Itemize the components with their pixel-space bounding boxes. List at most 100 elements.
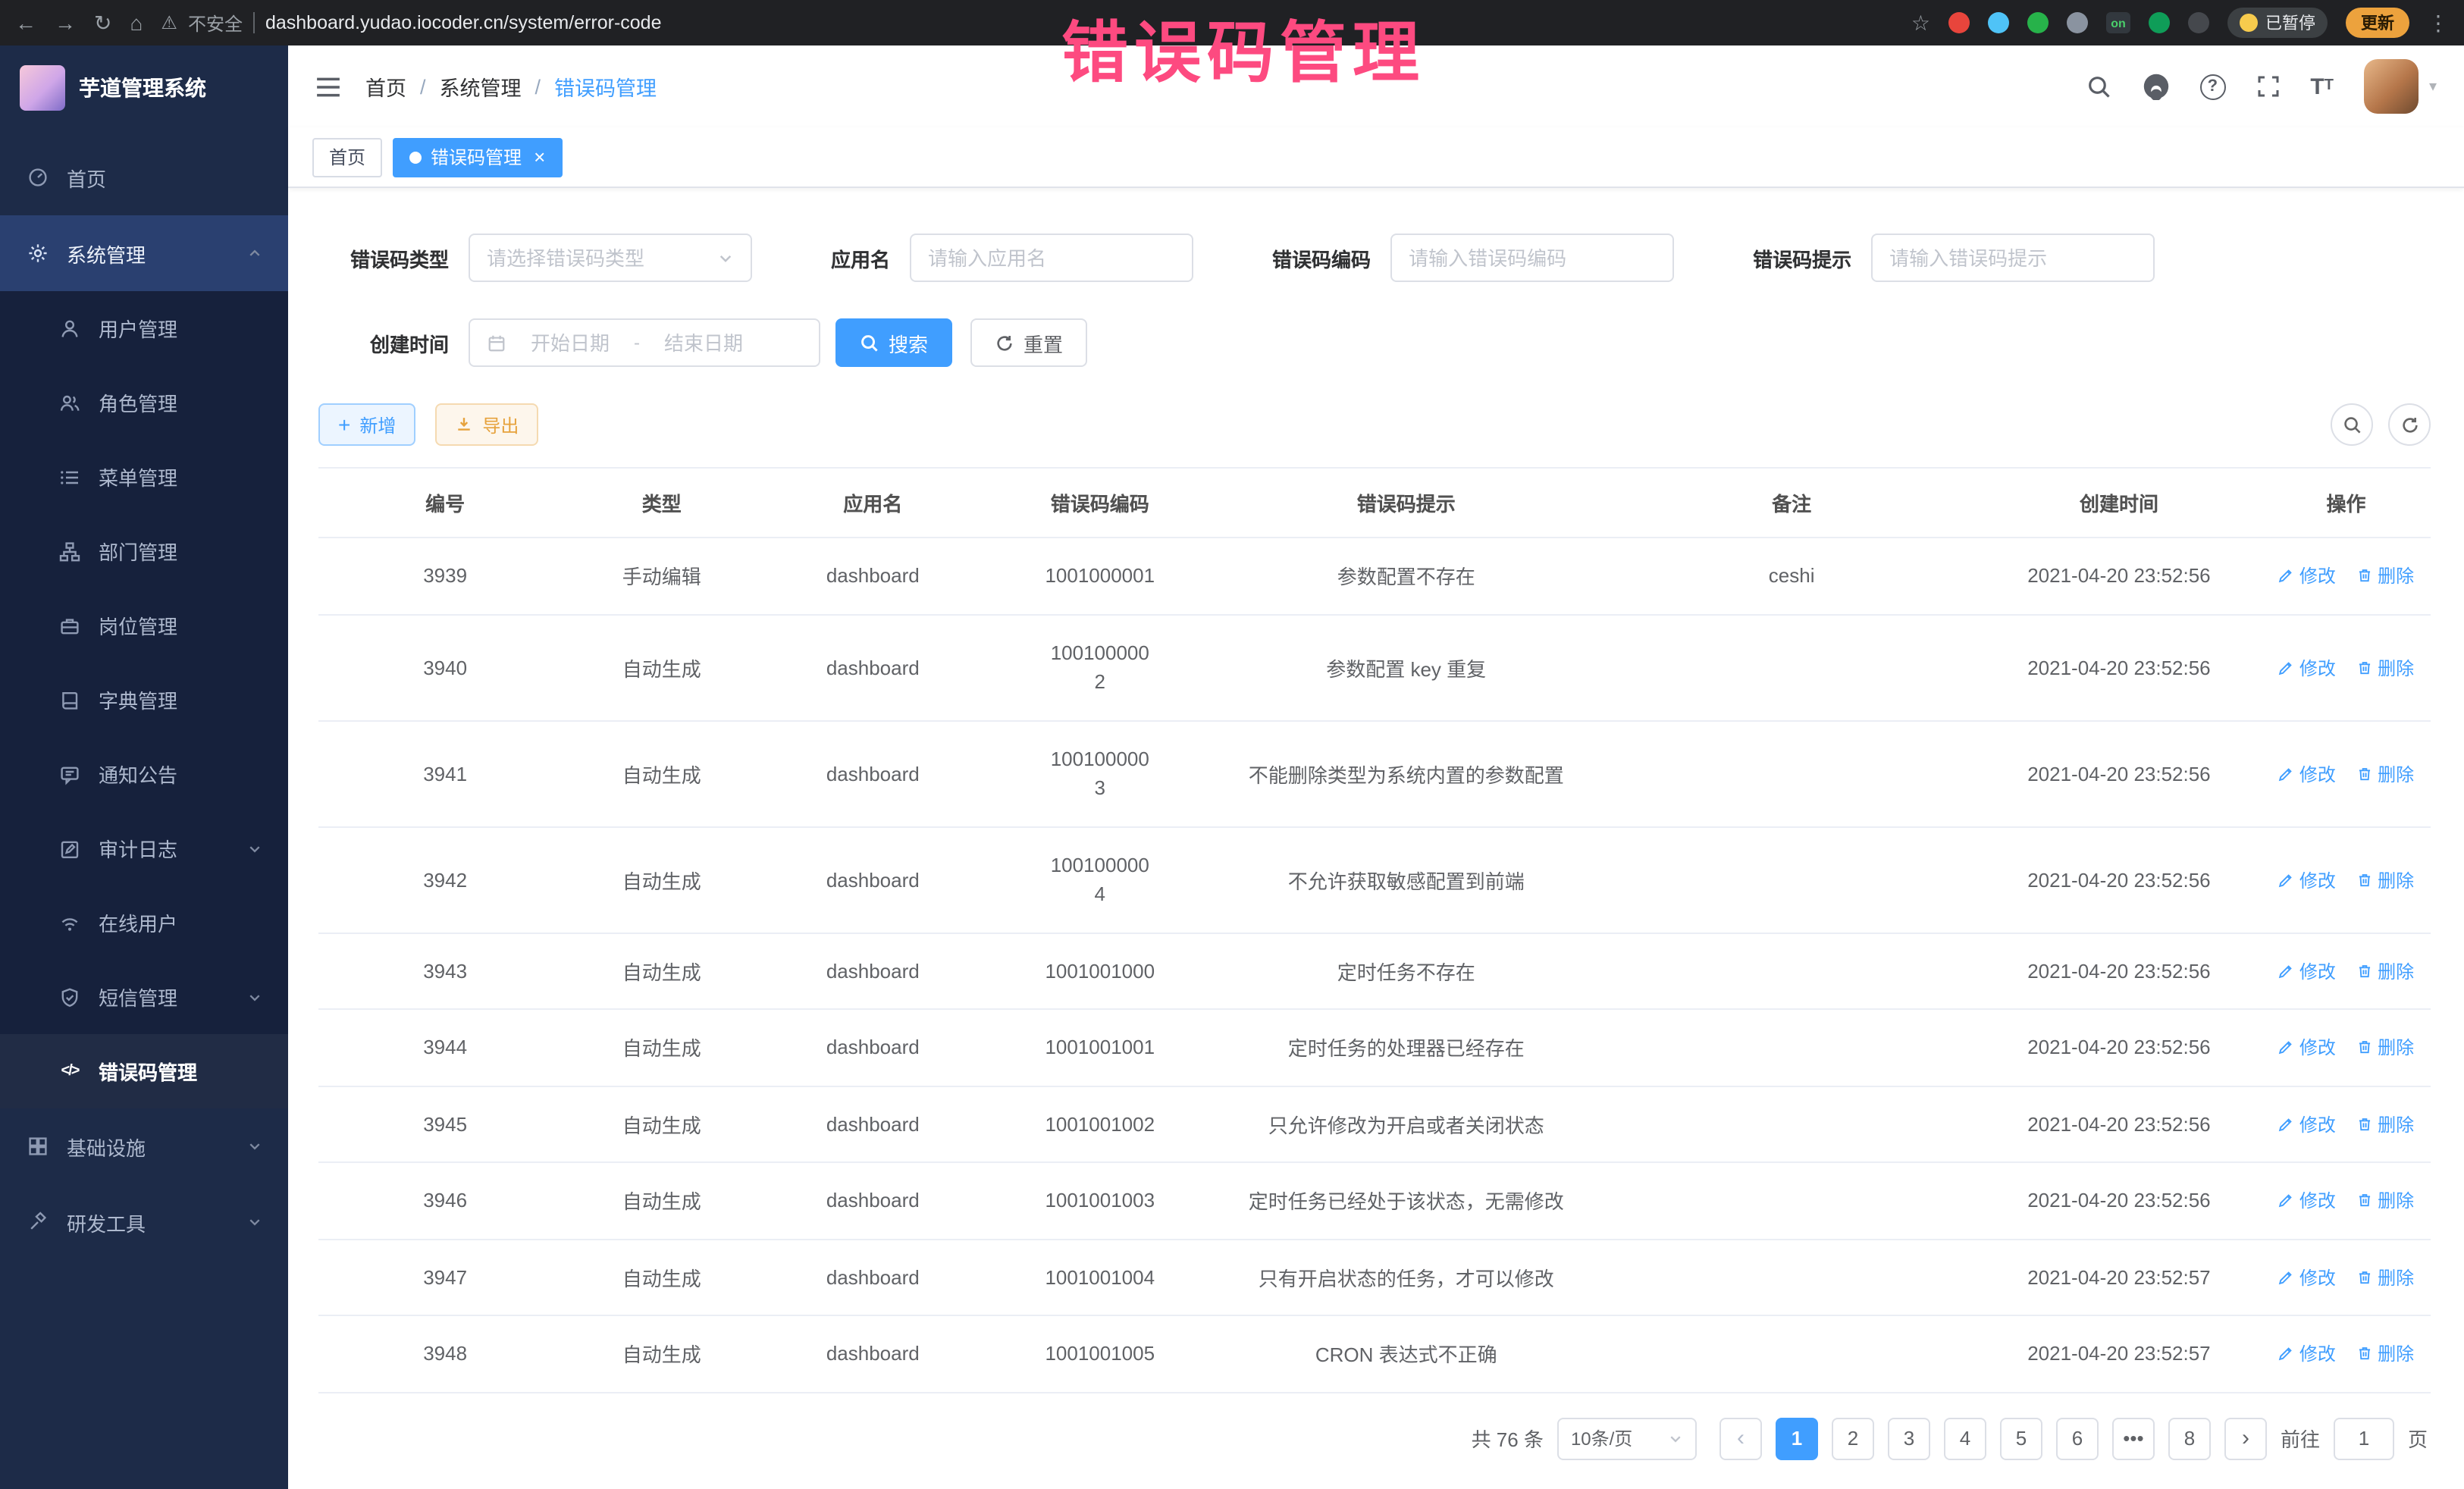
reload-icon[interactable]: ↻ (94, 12, 111, 33)
sidebar-collapse-icon[interactable] (315, 75, 341, 98)
user-menu[interactable]: ▾ (2364, 59, 2437, 114)
sidebar-item-notices[interactable]: 通知公告 (0, 737, 288, 811)
extension-icon-leaf[interactable] (2149, 12, 2170, 33)
delete-link[interactable]: 删除 (2356, 563, 2414, 589)
edit-link[interactable]: 修改 (2278, 1188, 2336, 1214)
edit-link[interactable]: 修改 (2278, 1265, 2336, 1290)
filter-row-1: 错误码类型 应用名 (318, 234, 2431, 282)
sidebar-logo[interactable]: 芋道管理系统 (0, 45, 288, 130)
delete-link[interactable]: 删除 (2356, 958, 2414, 984)
sidebar-item-roles[interactable]: 角色管理 (0, 365, 288, 440)
edit-link[interactable]: 修改 (2278, 1341, 2336, 1367)
sidebar-item-audit-log[interactable]: 审计日志 (0, 811, 288, 886)
tag-home[interactable]: 首页 (312, 137, 382, 177)
app-name-input[interactable] (928, 246, 1175, 269)
add-button[interactable]: + 新增 (318, 403, 415, 446)
browser-menu-icon[interactable]: ⋮ (2428, 12, 2449, 33)
sidebar-item-devtools[interactable]: 研发工具 (0, 1184, 288, 1260)
page-button[interactable]: 4 (1944, 1417, 1986, 1459)
forward-icon[interactable]: → (55, 12, 76, 33)
help-icon[interactable]: ? (2199, 74, 2225, 99)
export-button[interactable]: 导出 (435, 403, 538, 446)
fullscreen-icon[interactable] (2256, 74, 2280, 99)
puzzle-extensions-icon[interactable] (2067, 12, 2088, 33)
sidebar-item-users[interactable]: 用户管理 (0, 291, 288, 365)
font-size-icon[interactable]: TT (2310, 75, 2334, 98)
sidebar-item-departments[interactable]: 部门管理 (0, 514, 288, 588)
sidebar-item-system[interactable]: 系统管理 (0, 215, 288, 291)
delete-link[interactable]: 删除 (2356, 654, 2414, 680)
profile-paused-chip[interactable]: 已暂停 (2227, 8, 2328, 38)
edit-link[interactable]: 修改 (2278, 1035, 2336, 1061)
header-app: 应用名 (751, 468, 994, 538)
delete-link[interactable]: 删除 (2356, 1035, 2414, 1061)
cell-actions: 修改 删除 (2262, 1162, 2431, 1239)
error-hint-input[interactable] (1889, 246, 2136, 269)
delete-link[interactable]: 删除 (2356, 1341, 2414, 1367)
extension-icon-paw[interactable] (2188, 12, 2209, 33)
bookmark-star-icon[interactable]: ☆ (1911, 12, 1930, 33)
edit-link[interactable]: 修改 (2278, 1111, 2336, 1137)
github-icon[interactable] (2142, 73, 2169, 100)
edit-link[interactable]: 修改 (2278, 958, 2336, 984)
edit-link[interactable]: 修改 (2278, 760, 2336, 786)
breadcrumb-home[interactable]: 首页 (365, 71, 406, 102)
delete-link[interactable]: 删除 (2356, 867, 2414, 892)
main-panel: 首页 / 系统管理 / 错误码管理 ? (288, 45, 2464, 1489)
page-button[interactable]: 8 (2168, 1417, 2211, 1459)
sidebar-item-home[interactable]: 首页 (0, 139, 288, 215)
date-range-picker[interactable]: - (469, 318, 820, 367)
cell-time: 2021-04-20 23:52:56 (1977, 1162, 2262, 1239)
tag-error-code[interactable]: 错误码管理 × (393, 137, 562, 177)
error-code-input[interactable] (1409, 246, 1656, 269)
page-button[interactable]: 6 (2056, 1417, 2099, 1459)
sidebar-item-online-users[interactable]: 在线用户 (0, 886, 288, 960)
home-icon[interactable]: ⌂ (130, 12, 143, 33)
delete-link[interactable]: 删除 (2356, 1265, 2414, 1290)
delete-link[interactable]: 删除 (2356, 1111, 2414, 1137)
address-bar[interactable]: ⚠ 不安全 dashboard.yudao.iocoder.cn/system/… (161, 10, 1892, 36)
edit-link[interactable]: 修改 (2278, 654, 2336, 680)
sidebar-item-error-code[interactable]: </> 错误码管理 (0, 1034, 288, 1108)
error-code-field[interactable] (1390, 234, 1674, 282)
close-icon[interactable]: × (534, 147, 545, 167)
cell-app: dashboard (751, 720, 994, 826)
prev-page-button[interactable]: ‹ (1719, 1417, 1762, 1459)
browser-update-button[interactable]: 更新 (2346, 8, 2409, 38)
extension-icon-red[interactable] (1948, 12, 1970, 33)
breadcrumb-system[interactable]: 系统管理 (440, 71, 522, 102)
reset-button[interactable]: 重置 (970, 318, 1087, 367)
page-button[interactable]: ••• (2112, 1417, 2155, 1459)
search-icon[interactable] (2086, 74, 2111, 99)
page-button[interactable]: 2 (1832, 1417, 1874, 1459)
goto-page-input[interactable] (2334, 1417, 2394, 1459)
delete-link[interactable]: 删除 (2356, 1188, 2414, 1214)
sidebar-item-menus[interactable]: 菜单管理 (0, 440, 288, 514)
sidebar-item-posts[interactable]: 岗位管理 (0, 588, 288, 663)
error-hint-field[interactable] (1871, 234, 2155, 282)
extension-icon-blue[interactable] (1988, 12, 2009, 33)
page-button[interactable]: 1 (1776, 1417, 1818, 1459)
app-name-field[interactable] (910, 234, 1193, 282)
cell-id: 3948 (318, 1315, 572, 1392)
page-size-select[interactable]: 10条/页 (1557, 1417, 1697, 1459)
start-date-input[interactable] (516, 331, 625, 354)
next-page-button[interactable]: › (2224, 1417, 2267, 1459)
delete-link[interactable]: 删除 (2356, 760, 2414, 786)
edit-link[interactable]: 修改 (2278, 563, 2336, 589)
back-icon[interactable]: ← (15, 12, 36, 33)
sidebar-item-sms[interactable]: 短信管理 (0, 960, 288, 1034)
page-button[interactable]: 5 (2000, 1417, 2042, 1459)
error-type-select[interactable] (469, 234, 752, 282)
end-date-input[interactable] (649, 331, 758, 354)
search-button[interactable]: 搜索 (835, 318, 952, 367)
error-type-select-input[interactable] (487, 246, 708, 269)
sidebar-item-dictionary[interactable]: 字典管理 (0, 663, 288, 737)
sidebar-item-infrastructure[interactable]: 基础设施 (0, 1108, 288, 1184)
extension-icon-green[interactable] (2027, 12, 2049, 33)
refresh-icon[interactable] (2388, 403, 2431, 446)
edit-link[interactable]: 修改 (2278, 867, 2336, 892)
show-search-icon[interactable] (2331, 403, 2373, 446)
extension-badge-on[interactable]: on (2106, 12, 2130, 33)
page-button[interactable]: 3 (1888, 1417, 1930, 1459)
